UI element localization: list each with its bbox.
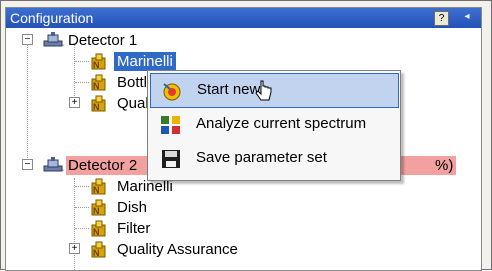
geometry-icon: N <box>90 240 110 262</box>
svg-text:N: N <box>93 81 100 91</box>
mouse-cursor-icon <box>255 80 273 109</box>
geometry-icon: N <box>90 198 110 220</box>
geometry-icon: N <box>90 94 110 116</box>
tree-item-detector-1[interactable]: − ~ Detector 1 <box>6 30 481 51</box>
geometry-icon: N <box>90 73 110 95</box>
geometry-icon: N <box>90 52 110 74</box>
start-new-icon <box>161 80 183 102</box>
collapse-toggle[interactable]: − <box>22 34 33 45</box>
svg-text:N: N <box>93 206 100 216</box>
tree-item-label: Quality Assurance <box>117 241 238 258</box>
collapse-toggle[interactable]: − <box>22 159 33 170</box>
svg-text:~: ~ <box>61 168 65 173</box>
tree-item-label: Marinelli <box>114 52 176 71</box>
menu-item-save-parameter-set[interactable]: Save parameter set <box>150 142 397 175</box>
menu-item-label: Start new <box>197 81 261 98</box>
menu-item-label: Save parameter set <box>196 149 327 166</box>
tree-item-quality-assurance-detector-2[interactable]: + N Quality Assurance <box>6 239 481 260</box>
detector-icon: ~ <box>43 32 65 52</box>
geometry-icon: N <box>90 177 110 199</box>
geometry-icon: N <box>90 219 110 241</box>
status-suffix: %) <box>435 157 454 174</box>
svg-text:N: N <box>93 102 100 112</box>
collapse-arrow-icon[interactable]: ◂ <box>461 10 473 24</box>
svg-text:~: ~ <box>61 43 65 48</box>
panel-title-bar: Configuration ? ◂ <box>6 8 481 28</box>
svg-text:N: N <box>93 185 100 195</box>
tree-item-dish[interactable]: N Dish <box>6 197 481 218</box>
panel-title: Configuration <box>10 10 94 26</box>
expand-toggle[interactable]: + <box>69 243 80 254</box>
menu-item-analyze-current-spectrum[interactable]: Analyze current spectrum <box>150 108 397 141</box>
svg-text:N: N <box>93 60 100 70</box>
tree-item-label: Filter <box>117 220 151 237</box>
context-menu: Start new Analyze current spectrum Save … <box>147 70 401 181</box>
tree-item-marinelli-detector-1[interactable]: N Marinelli <box>6 51 481 72</box>
help-button[interactable]: ? <box>434 11 449 26</box>
menu-item-start-new[interactable]: Start new <box>150 73 399 108</box>
floppy-disk-icon <box>160 148 182 170</box>
menu-item-label: Analyze current spectrum <box>196 115 367 132</box>
tree-item-label: Dish <box>117 199 148 216</box>
svg-text:N: N <box>93 248 100 258</box>
expand-toggle[interactable]: + <box>69 97 80 108</box>
tree-item-filter[interactable]: N Filter <box>6 218 481 239</box>
configuration-window: Configuration ? ◂ − ~ Detector 1 N Marin… <box>0 0 492 271</box>
analyze-icon <box>160 114 182 136</box>
svg-text:N: N <box>93 227 100 237</box>
detector-icon: ~ <box>43 157 65 177</box>
